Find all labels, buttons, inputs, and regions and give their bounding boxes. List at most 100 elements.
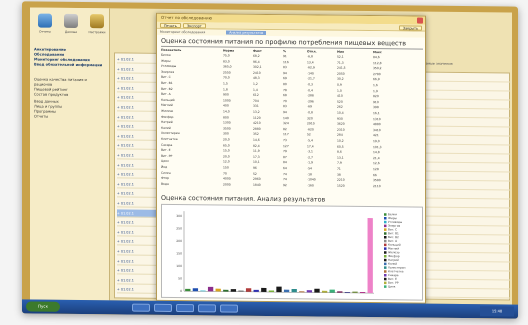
table-cell: 14,0 xyxy=(223,109,230,114)
nav-group-survey: Анкетирование Обследования Мониторинг об… xyxy=(34,48,106,69)
chart-bar xyxy=(314,288,320,293)
table-cell: 1000 xyxy=(223,98,231,103)
table-cell: 38 xyxy=(337,172,341,177)
data-icon xyxy=(64,13,78,28)
chart-bar xyxy=(245,288,252,292)
table-cell: 66,9 xyxy=(373,77,380,82)
table-cell: 17,3 xyxy=(253,154,260,159)
table-cell: 14,6 xyxy=(253,137,260,142)
table-cell: Макс xyxy=(373,50,382,55)
table-cell: Фосфор xyxy=(161,114,174,119)
table-cell: 65,0 xyxy=(223,143,230,148)
taskbar-item[interactable] xyxy=(176,304,194,313)
table-cell: 12,0 xyxy=(223,159,230,164)
table-cell: 10,1 xyxy=(253,160,260,165)
table-cell: 8,6 xyxy=(337,149,342,154)
table-cell: 84 xyxy=(283,160,287,165)
table-cell: 16,1 xyxy=(373,111,380,116)
close-report-button[interactable]: Закрыть xyxy=(398,25,422,31)
nav-group-input: Ввод данных Лица и группы Программы Отче… xyxy=(34,100,106,121)
legend-swatch xyxy=(384,266,387,269)
table-cell: 2550 xyxy=(223,70,231,75)
table-cell: 3500 xyxy=(223,126,231,131)
table-cell: 52 xyxy=(253,171,257,176)
table-cell: 68 xyxy=(283,93,287,98)
table-cell: Натрий xyxy=(161,120,173,125)
table-cell: 7,9 xyxy=(337,161,342,166)
chart-bar xyxy=(215,288,221,292)
table-cell: -18 xyxy=(307,171,312,177)
report-window: Отчет по обследованию Печать Экспорт Зак… xyxy=(156,12,426,304)
table-cell: 1120 xyxy=(253,115,261,120)
close-icon[interactable] xyxy=(417,17,423,24)
table-cell: Белки xyxy=(161,52,171,57)
report-icon xyxy=(38,13,52,28)
table-cell: 75,0 xyxy=(223,53,230,58)
table-cell: 150 xyxy=(223,165,229,170)
table-cell: 1840 xyxy=(253,182,261,187)
export-button[interactable]: Экспорт xyxy=(183,23,206,29)
legend-swatch xyxy=(384,228,387,231)
navigation-panel: Отчеты Данные Настройки Анкетирование Об… xyxy=(30,7,110,301)
table-cell: 78 xyxy=(283,87,287,92)
table-cell: 2880 xyxy=(253,126,261,131)
table-cell: 94 xyxy=(283,110,287,115)
chart-bar xyxy=(223,289,229,292)
start-button[interactable]: Пуск xyxy=(26,301,60,312)
table-cell: 2910 xyxy=(307,121,315,126)
table-cell: 2110 xyxy=(373,183,381,188)
y-tick-label: 100 xyxy=(176,264,182,268)
table-cell: 71,3 xyxy=(337,60,344,65)
table-cell: 1520 xyxy=(337,183,345,188)
table-row: Вода 2000 1840 92 -160 1520 2110 xyxy=(161,182,423,189)
table-cell: Цинк xyxy=(161,159,170,164)
table-cell: 2960 xyxy=(253,177,261,182)
table-cell: 2050 xyxy=(337,71,345,76)
nav-item[interactable]: Состав продуктов xyxy=(34,93,106,99)
table-cell: 117 xyxy=(283,132,289,137)
table-cell: 82 xyxy=(283,126,287,131)
taskbar-item[interactable] xyxy=(220,304,238,313)
table-cell: 140 xyxy=(283,115,289,120)
print-button[interactable]: Печать xyxy=(160,22,181,29)
taskbar-item[interactable] xyxy=(154,303,172,312)
nav-item[interactable]: Отчеты xyxy=(34,115,106,121)
breadcrumb-current[interactable]: Анализ результатов xyxy=(226,30,267,35)
nav-item[interactable]: Ввод обязательной информации xyxy=(34,63,106,69)
table-cell: -620 xyxy=(307,127,314,132)
legend-label: Цинк xyxy=(388,284,396,288)
table-cell: 101,3 xyxy=(373,144,382,149)
table-cell: 21,4 xyxy=(373,155,380,160)
table-cell: 262 xyxy=(337,105,343,110)
table-cell: Магний xyxy=(161,103,173,108)
table-cell: 3410 xyxy=(373,127,381,132)
table-cell: 1,6 xyxy=(373,83,378,88)
table-cell: 91 xyxy=(283,54,287,59)
breadcrumb-item[interactable]: Мониторинг обследования xyxy=(160,30,205,34)
legend-swatch xyxy=(384,273,387,277)
toolbar-reports-button[interactable]: Отчеты xyxy=(32,13,58,44)
table-cell: 4880 xyxy=(373,122,381,127)
taskbar-item[interactable] xyxy=(132,303,150,312)
table-cell: -0,8 xyxy=(307,110,313,115)
table-cell: % xyxy=(283,49,287,54)
table-cell: Йод xyxy=(161,164,168,169)
table-cell: 19,0 xyxy=(373,139,380,144)
table-cell: 2410 xyxy=(253,70,261,75)
table-cell: Вит. B2 xyxy=(161,86,173,91)
analysis-chart: 300 250 200 150 100 50 0 Белки Жиры Углеводы Энерг… xyxy=(161,203,423,301)
chart-bar xyxy=(337,291,343,293)
table-cell: 930 xyxy=(337,116,343,121)
table-cell: 12,6 xyxy=(373,161,380,166)
table-cell: 92 xyxy=(283,182,287,187)
table-cell: 96,4 xyxy=(253,59,260,64)
legend-swatch xyxy=(384,247,387,250)
table-cell: Вит. A xyxy=(161,92,171,97)
toolbar-data-button[interactable]: Данные xyxy=(58,13,84,44)
table-cell: 13,4 xyxy=(307,59,314,65)
table-cell: -1040 xyxy=(307,177,316,182)
toolbar-settings-button[interactable]: Настройки xyxy=(84,14,110,44)
taskbar-item[interactable] xyxy=(198,304,216,313)
table-cell: -5,4 xyxy=(307,138,313,143)
chart-bar xyxy=(283,289,290,293)
